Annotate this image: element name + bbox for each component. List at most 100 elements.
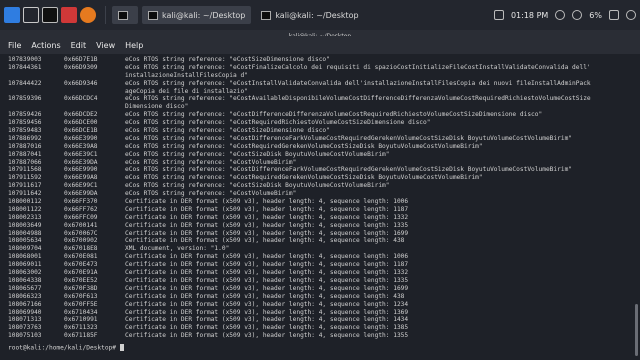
app-launcher-icon[interactable] [61,7,77,23]
terminal-line: 108001122 0x66FF762 Certificate in DER for… [8,206,632,214]
hex-offset: 0x66E99A8 [64,174,98,182]
decimal-offset: 108001122 [8,205,42,213]
decimal-offset: 107911592 [8,174,42,182]
description: eCos RTOS string reference: "eCostRequir… [125,174,483,182]
terminal-line: 107887016 0x66E39A8 eCos RTOS string refer… [8,143,632,151]
description: eCos RTOS string reference: "eCostSizeDi… [125,56,330,63]
terminal-line: 107859456 0x66DCE00 eCos RTOS string refer… [8,119,632,127]
terminal-line: 107839003 0x66D7E1B eCos RTOS string refer… [8,56,632,64]
description: Certificate in DER format (x509 v3), hea… [125,324,409,332]
firefox-icon[interactable] [80,7,96,23]
hex-offset: 0x670FF5E [64,300,98,308]
decimal-offset: 107911617 [8,182,42,190]
decimal-offset: 107844422 [8,79,42,87]
decimal-offset: 107887066 [8,158,42,166]
terminal-line: 107844422 0x66D9346 eCos RTOS string refer… [8,80,632,88]
menu-edit[interactable]: Edit [71,41,87,50]
description: eCos RTOS string reference: "eCostFinali… [125,63,591,71]
decimal-offset: 108000112 [8,198,42,206]
hex-offset: 0x66E3990 [64,134,98,142]
menu-actions[interactable]: Actions [31,41,60,50]
description: Certificate in DER format (x509 v3), hea… [125,269,409,277]
hex-offset: 0x67018E8 [64,245,98,253]
show-desktop-icon[interactable] [23,7,39,23]
lock-icon[interactable] [609,10,619,20]
terminal-line: 108073763 0x6711323 Certificate in DER for… [8,324,632,332]
hex-offset: 0x670EE52 [64,276,98,284]
terminal-line: 108004988 0x670067C Certificate in DER for… [8,230,632,238]
decimal-offset: 108063002 [8,269,42,277]
terminal-line: installazioneInstallFilesCopia d" [8,72,632,80]
description: ageCopia dei file di installazio" [125,87,248,95]
text-cursor [119,344,124,352]
terminal-line: ageCopia dei file di installazio" [8,88,632,96]
terminal-scrollbar[interactable] [632,54,640,360]
terminal-line: 108063002 0x670E91A Certificate in DER for… [8,269,632,277]
hex-offset: 0x66D9309 [64,63,98,71]
hex-offset: 0x670F613 [64,292,98,300]
description: Certificate in DER format (x509 v3), hea… [125,284,409,292]
description: XML document, version: "1.0" [125,245,230,253]
terminal-line: 107859483 0x66DCE1B eCos RTOS string refer… [8,127,632,135]
description: Certificate in DER format (x509 v3), hea… [125,261,409,269]
terminal-line: 108075103 0x671185F Certificate in DER for… [8,332,632,340]
hex-offset: 0x6711323 [64,324,98,332]
decimal-offset: 107844361 [8,63,42,71]
terminal-line: 108068001 0x670E081 Certificate in DER for… [8,253,632,261]
description: Certificate in DER format (x509 v3), hea… [125,308,409,316]
power-icon[interactable] [626,10,636,20]
description: Certificate in DER format (x509 v3), hea… [125,276,409,284]
description: Certificate in DER format (x509 v3), hea… [125,198,409,206]
decimal-offset: 107887016 [8,142,42,150]
hex-offset: 0x66D7E1B [64,56,98,63]
menu-file[interactable]: File [8,41,21,50]
taskbar-window-label: kali@kali: ~/Desktop [275,10,359,20]
hex-offset: 0x671185F [64,332,98,340]
notification-bell-icon[interactable] [555,10,566,20]
taskbar-window-2[interactable]: kali@kali: ~/Desktop [142,6,252,24]
taskbar-window-3[interactable]: kali@kali: ~/Desktop [255,6,364,24]
decimal-offset: 108071313 [8,316,42,324]
description: eCos RTOS string reference: "eCostInstal… [125,79,591,87]
decimal-offset: 108064338 [8,276,42,284]
terminal-line: 107886992 0x66E3990 eCos RTOS string refer… [8,135,632,143]
system-tray: 01:18 PM 6% [487,10,636,20]
menu-help[interactable]: Help [125,41,143,50]
taskbar-window-1[interactable] [112,6,138,24]
clock[interactable]: 01:18 PM [511,11,548,20]
description: eCos RTOS string reference: "eCostRequir… [125,119,431,127]
terminal-line: 107911592 0x66E99A8 eCos RTOS string refer… [8,174,632,182]
hex-offset: 0x66E9990 [64,166,98,174]
decimal-offset: 108005634 [8,237,42,245]
hex-offset: 0x66E99DA [64,190,98,198]
kali-menu-icon[interactable] [4,7,20,23]
description: Certificate in DER format (x509 v3), hea… [125,221,409,229]
terminal-icon [261,10,272,20]
panel-separator [105,6,106,24]
terminal-line: 107911642 0x66E99DA eCos RTOS string refer… [8,190,632,198]
hex-offset: 0x6700902 [64,237,98,245]
battery-percent[interactable]: 6% [589,11,602,20]
decimal-offset: 108009704 [8,245,42,253]
hex-offset: 0x66E39A8 [64,142,98,150]
terminal-line: 108002313 0x66FFC09 Certificate in DER for… [8,214,632,222]
description: eCos RTOS string reference: "eCostVolume… [125,190,297,198]
description: eCos RTOS string reference: "eCostRequir… [125,142,483,150]
decimal-offset: 108069940 [8,308,42,316]
prompt-line[interactable]: root@kali:/home/kali/Desktop# [8,344,632,352]
terminal-line: 108069011 0x670E473 Certificate in DER for… [8,261,632,269]
hex-offset: 0x66DCE00 [64,119,98,127]
menu-view[interactable]: View [96,41,115,50]
terminal-line: 108005634 0x6700902 Certificate in DER for… [8,237,632,245]
volume-icon[interactable] [572,10,583,20]
terminal-output[interactable]: 107839003 0x66D7E1B eCos RTOS string refer… [0,54,632,360]
taskbar-window-label: kali@kali: ~/Desktop [162,10,246,20]
decimal-offset: 107887041 [8,150,42,158]
scrollbar-thumb[interactable] [635,304,638,356]
decimal-offset: 108068001 [8,253,42,261]
terminal-line: 107887066 0x66E39DA eCos RTOS string refer… [8,159,632,167]
decimal-offset: 107911568 [8,166,42,174]
display-icon[interactable] [493,10,504,20]
decimal-offset: 108067166 [8,300,42,308]
terminal-launcher-icon[interactable] [42,7,58,23]
